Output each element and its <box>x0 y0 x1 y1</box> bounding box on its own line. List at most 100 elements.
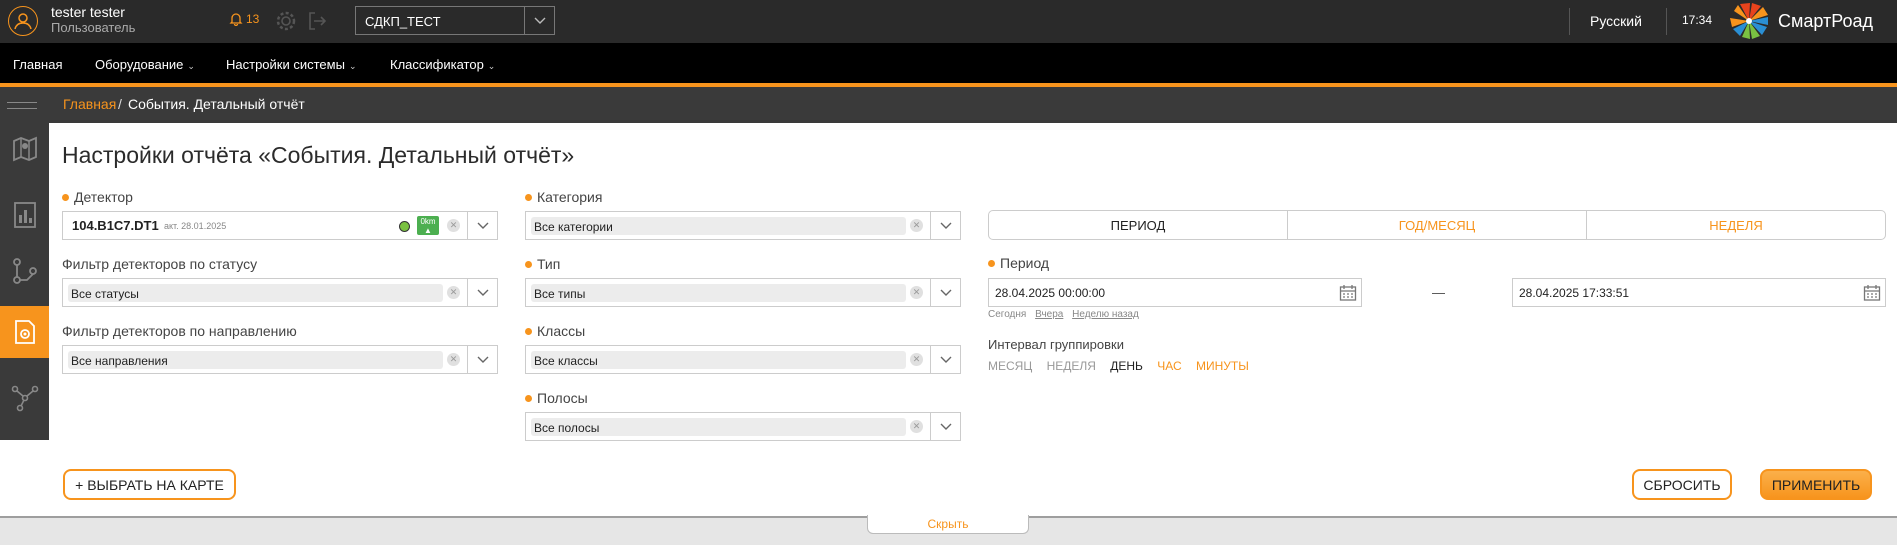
main-nav: Главная Оборудование ⌄ Настройки системы ⌄… <box>0 43 1897 83</box>
user-role: Пользователь <box>51 20 136 35</box>
chevron-down-icon[interactable] <box>467 279 497 306</box>
required-dot-icon <box>525 194 532 201</box>
chevron-down-icon <box>524 7 554 34</box>
detector-select[interactable]: 104.B1C7.DT1 акт. 28.01.2025 0km ▲ ✕ <box>62 211 498 240</box>
required-dot-icon <box>988 260 995 267</box>
breadcrumb-home-link[interactable]: Главная <box>63 96 116 112</box>
quick-periods: Сегодня Вчера Неделю назад <box>988 309 1145 320</box>
graph-icon[interactable] <box>0 245 49 297</box>
required-dot-icon <box>62 194 69 201</box>
calendar-icon[interactable] <box>1863 284 1881 302</box>
bell-icon <box>229 13 243 26</box>
clock: 17:34 <box>1682 13 1713 27</box>
nav-label: Настройки системы <box>226 57 345 72</box>
status-filter-value: Все статусы <box>68 284 443 302</box>
sidebar <box>0 87 49 440</box>
smartroad-logo-icon <box>1728 3 1770 39</box>
apply-button[interactable]: ПРИМЕНИТЬ <box>1760 469 1872 500</box>
category-select[interactable]: Все категории ✕ <box>525 211 961 240</box>
classes-select[interactable]: Все классы ✕ <box>525 345 961 374</box>
notifications-button[interactable]: 13 <box>229 12 259 26</box>
lanes-label: Полосы <box>525 390 588 406</box>
category-value: Все категории <box>531 217 906 235</box>
quick-today[interactable]: Сегодня <box>988 309 1026 320</box>
label-text: Классы <box>537 323 586 339</box>
gear-icon[interactable] <box>275 10 297 32</box>
quick-week-ago[interactable]: Неделю назад <box>1072 309 1139 320</box>
clear-icon[interactable]: ✕ <box>910 219 923 232</box>
nav-item-classifier[interactable]: Классификатор ⌄ <box>390 57 495 72</box>
breadcrumb-separator: / <box>118 96 122 112</box>
report-icon[interactable] <box>0 189 49 241</box>
chevron-down-icon[interactable] <box>467 212 497 239</box>
grouping-minutes[interactable]: МИНУТЫ <box>1196 359 1249 373</box>
lanes-select[interactable]: Все полосы ✕ <box>525 412 961 441</box>
organization-select[interactable]: СДКП_ТЕСТ <box>355 6 555 35</box>
brand-name: СмартРоад <box>1778 11 1873 31</box>
divider <box>1569 8 1570 35</box>
nav-item-home[interactable]: Главная <box>13 57 62 72</box>
tab-year-month[interactable]: ГОД/МЕСЯЦ <box>1288 211 1587 239</box>
tab-period[interactable]: ПЕРИОД <box>989 211 1288 239</box>
direction-filter-value: Все направления <box>68 351 443 369</box>
map-icon[interactable] <box>0 123 49 175</box>
detector-value: 104.B1C7.DT1 <box>72 218 159 233</box>
nav-item-system-settings[interactable]: Настройки системы ⌄ <box>226 57 356 72</box>
user-avatar-icon[interactable] <box>8 6 38 36</box>
period-to-field[interactable]: 28.04.2025 17:33:51 <box>1512 278 1886 307</box>
clear-icon[interactable]: ✕ <box>910 286 923 299</box>
chevron-down-icon[interactable] <box>930 212 960 239</box>
type-value: Все типы <box>531 284 906 302</box>
period-tabs: ПЕРИОД ГОД/МЕСЯЦ НЕДЕЛЯ <box>988 210 1886 240</box>
chevron-down-icon[interactable] <box>930 413 960 440</box>
chevron-down-icon: ⌄ <box>487 61 496 71</box>
direction-filter-label: Фильтр детекторов по направлению <box>62 323 297 339</box>
type-label: Тип <box>525 256 560 272</box>
page-title: Настройки отчёта «События. Детальный отч… <box>62 142 575 168</box>
menu-toggle-icon[interactable] <box>7 102 37 114</box>
label-text: Категория <box>537 189 603 205</box>
language-select[interactable]: Русский <box>1590 13 1642 29</box>
network-icon[interactable] <box>0 372 49 424</box>
clear-icon[interactable]: ✕ <box>447 353 460 366</box>
chevron-down-icon: ⌄ <box>348 61 357 71</box>
chevron-down-icon[interactable] <box>930 346 960 373</box>
hide-button[interactable]: Скрыть <box>867 515 1029 534</box>
tab-week[interactable]: НЕДЕЛЯ <box>1587 211 1885 239</box>
period-label: Период <box>988 255 1049 271</box>
nav-item-equipment[interactable]: Оборудование ⌄ <box>95 57 195 72</box>
chevron-down-icon[interactable] <box>467 346 497 373</box>
type-select[interactable]: Все типы ✕ <box>525 278 961 307</box>
speed-badge: 0km ▲ <box>417 216 439 235</box>
period-from-value: 28.04.2025 00:00:00 <box>995 286 1106 300</box>
events-report-icon[interactable] <box>0 306 49 358</box>
clear-icon[interactable]: ✕ <box>447 286 460 299</box>
grouping-week[interactable]: НЕДЕЛЯ <box>1047 359 1096 373</box>
quick-yesterday[interactable]: Вчера <box>1035 309 1063 320</box>
grouping-day[interactable]: ДЕНЬ <box>1110 359 1143 373</box>
reset-button[interactable]: СБРОСИТЬ <box>1632 469 1732 500</box>
nav-label: Классификатор <box>390 57 484 72</box>
status-filter-select[interactable]: Все статусы ✕ <box>62 278 498 307</box>
logout-icon[interactable] <box>306 10 328 32</box>
label-text: Детектор <box>74 189 133 205</box>
status-filter-label: Фильтр детекторов по статусу <box>62 256 258 272</box>
required-dot-icon <box>525 328 532 335</box>
period-from-field[interactable]: 28.04.2025 00:00:00 <box>988 278 1362 307</box>
direction-filter-select[interactable]: Все направления ✕ <box>62 345 498 374</box>
clear-icon[interactable]: ✕ <box>910 353 923 366</box>
clear-icon[interactable]: ✕ <box>447 219 460 232</box>
select-on-map-button[interactable]: + ВЫБРАТЬ НА КАРТЕ <box>63 469 236 500</box>
grouping-hour[interactable]: ЧАС <box>1157 359 1181 373</box>
nav-label: Главная <box>13 57 63 72</box>
top-bar: tester tester Пользователь 13 СДКП_ТЕСТ … <box>0 0 1897 43</box>
calendar-icon[interactable] <box>1339 284 1357 302</box>
grouping-options: МЕСЯЦ НЕДЕЛЯ ДЕНЬ ЧАС МИНУТЫ <box>988 359 1260 373</box>
grouping-month[interactable]: МЕСЯЦ <box>988 359 1032 373</box>
period-to-value: 28.04.2025 17:33:51 <box>1519 286 1630 300</box>
classes-value: Все классы <box>531 351 906 369</box>
clear-icon[interactable]: ✕ <box>910 420 923 433</box>
chevron-down-icon[interactable] <box>930 279 960 306</box>
category-label: Категория <box>525 189 602 205</box>
classes-label: Классы <box>525 323 585 339</box>
